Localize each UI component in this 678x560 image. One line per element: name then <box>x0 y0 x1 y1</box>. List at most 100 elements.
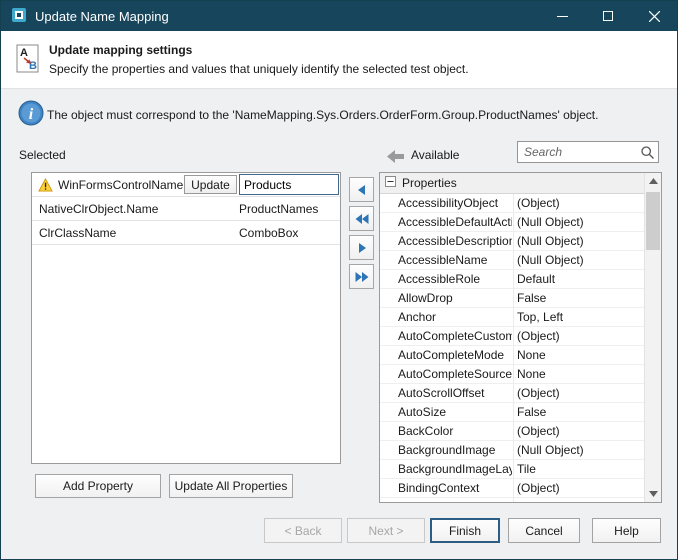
property-value: (Object) <box>517 386 560 400</box>
app-icon <box>11 7 27 26</box>
property-row[interactable]: AutoCompleteCustomSource (Object) <box>380 327 644 346</box>
titlebar: Update Name Mapping <box>1 1 677 31</box>
property-value: Default <box>517 272 555 286</box>
property-name: BackgroundImage <box>398 443 512 457</box>
move-all-right-button[interactable] <box>349 264 374 289</box>
vertical-scrollbar[interactable] <box>644 173 661 502</box>
update-all-properties-button[interactable]: Update All Properties <box>169 474 293 498</box>
selected-property-value: ProductNames <box>239 202 318 216</box>
minus-box-icon[interactable] <box>385 176 396 190</box>
property-value: (Null Object) <box>517 234 584 248</box>
property-value: None <box>517 367 546 381</box>
property-name: AccessibleName <box>398 253 512 267</box>
minimize-button[interactable] <box>539 1 585 31</box>
move-right-button[interactable] <box>349 235 374 260</box>
next-button[interactable]: Next > <box>347 518 425 543</box>
property-name: AllowDrop <box>398 291 512 305</box>
property-name: AccessibleDefaultActionDes... <box>398 215 512 229</box>
scroll-down-icon[interactable] <box>645 486 661 502</box>
magnifier-icon[interactable] <box>640 145 655 163</box>
property-name: BindingContext <box>398 481 512 495</box>
property-value-input[interactable] <box>239 174 339 195</box>
property-row[interactable]: Anchor Top, Left <box>380 308 644 327</box>
property-row[interactable]: BindingContext(Object) <box>380 479 644 498</box>
move-left-button[interactable] <box>349 177 374 202</box>
selected-label: Selected <box>19 148 66 162</box>
properties-group-label: Properties <box>402 176 457 190</box>
maximize-button[interactable] <box>585 1 631 31</box>
svg-text:A: A <box>20 47 28 59</box>
available-label: Available <box>411 148 459 162</box>
property-value: None <box>517 348 546 362</box>
selected-row-nativeclrobject-name[interactable]: NativeClrObject.Name ProductNames <box>32 197 340 221</box>
column-separator <box>513 194 514 502</box>
property-row[interactable]: BackgroundImageLayout Tile <box>380 460 644 479</box>
property-row[interactable]: BackgroundImage (Null Object) <box>380 441 644 460</box>
property-row[interactable]: AutoCompleteSource None <box>380 365 644 384</box>
property-value: False <box>517 291 546 305</box>
selected-properties-table: WinFormsControlName Update NativeClrObje… <box>31 172 341 464</box>
property-name: AccessibleDescription <box>398 234 512 248</box>
property-value: (Null Object) <box>517 215 584 229</box>
property-name: AutoCompleteCustomSource <box>398 329 512 343</box>
finish-button[interactable]: Finish <box>430 518 500 543</box>
property-value: (Object) <box>517 424 560 438</box>
info-circle-icon: i <box>18 100 44 129</box>
selected-row-clrclassname[interactable]: ClrClassName ComboBox <box>32 221 340 245</box>
warning-triangle-icon <box>38 178 53 195</box>
property-row[interactable]: AllowDrop False <box>380 289 644 308</box>
window-title: Update Name Mapping <box>35 9 169 24</box>
scrollbar-thumb[interactable] <box>646 192 660 250</box>
property-value: Tile <box>517 462 536 476</box>
property-name: AccessibleRole <box>398 272 512 286</box>
name-mapping-a-to-b-icon: A B <box>13 43 45 78</box>
property-name: AutoSize <box>398 405 512 419</box>
property-value: (Object) <box>517 196 560 210</box>
selected-property-name: WinFormsControlName <box>58 178 183 192</box>
move-all-left-button[interactable] <box>349 206 374 231</box>
properties-group-header[interactable]: Properties <box>380 173 644 194</box>
property-name: AutoCompleteMode <box>398 348 512 362</box>
property-name: AutoScrollOffset <box>398 386 512 400</box>
search-input[interactable] <box>522 143 636 161</box>
help-button[interactable]: Help <box>592 518 661 543</box>
blue-left-triangle <box>354 182 370 198</box>
property-row[interactable]: AutoCompleteMode None <box>380 346 644 365</box>
selected-row-winformscontrolname[interactable]: WinFormsControlName Update <box>32 173 340 197</box>
property-value: (Null Object) <box>517 253 584 267</box>
property-value: Top, Left <box>517 310 563 324</box>
property-row[interactable]: AccessibleDefaultActionDes... (Null Objec… <box>380 213 644 232</box>
property-row[interactable]: AutoSizeFalse <box>380 403 644 422</box>
blue-double-left-triangle <box>354 211 370 227</box>
property-row[interactable]: AccessibilityObject(Object) <box>380 194 644 213</box>
page-title: Update mapping settings <box>49 43 192 57</box>
available-properties-grid: Properties AccessibilityObject(Object) A… <box>380 173 644 502</box>
blue-right-triangle <box>354 240 370 256</box>
back-button[interactable]: < Back <box>264 518 342 543</box>
page-subtitle: Specify the properties and values that u… <box>49 62 469 76</box>
add-property-button[interactable]: Add Property <box>35 474 161 498</box>
property-row[interactable]: AccessibleName (Null Object) <box>380 251 644 270</box>
property-name: Anchor <box>398 310 512 324</box>
search-box <box>517 141 659 163</box>
close-button[interactable] <box>631 1 677 31</box>
property-row[interactable]: AccessibleDescription (Null Object) <box>380 232 644 251</box>
property-name: BackgroundImageLayout <box>398 462 512 476</box>
cancel-button[interactable]: Cancel <box>508 518 580 543</box>
selected-property-name: NativeClrObject.Name <box>39 202 158 216</box>
property-name: AutoCompleteSource <box>398 367 512 381</box>
update-button[interactable]: Update <box>184 175 237 194</box>
property-name: BackColor <box>398 424 512 438</box>
property-row[interactable]: BackColor (Object) <box>380 422 644 441</box>
property-value: (Object) <box>517 329 560 343</box>
scroll-up-icon[interactable] <box>645 173 661 189</box>
wizard-header: A B Update mapping settings Specify the … <box>1 31 677 89</box>
blue-double-right-triangle <box>354 269 370 285</box>
selected-property-name: ClrClassName <box>39 226 116 240</box>
property-value: (Null Object) <box>517 443 584 457</box>
property-row[interactable]: AccessibleRole Default <box>380 270 644 289</box>
left-arrow-icon <box>387 150 404 166</box>
selected-property-value: ComboBox <box>239 226 298 240</box>
window-controls <box>539 1 677 31</box>
property-row[interactable]: AutoScrollOffset (Object) <box>380 384 644 403</box>
